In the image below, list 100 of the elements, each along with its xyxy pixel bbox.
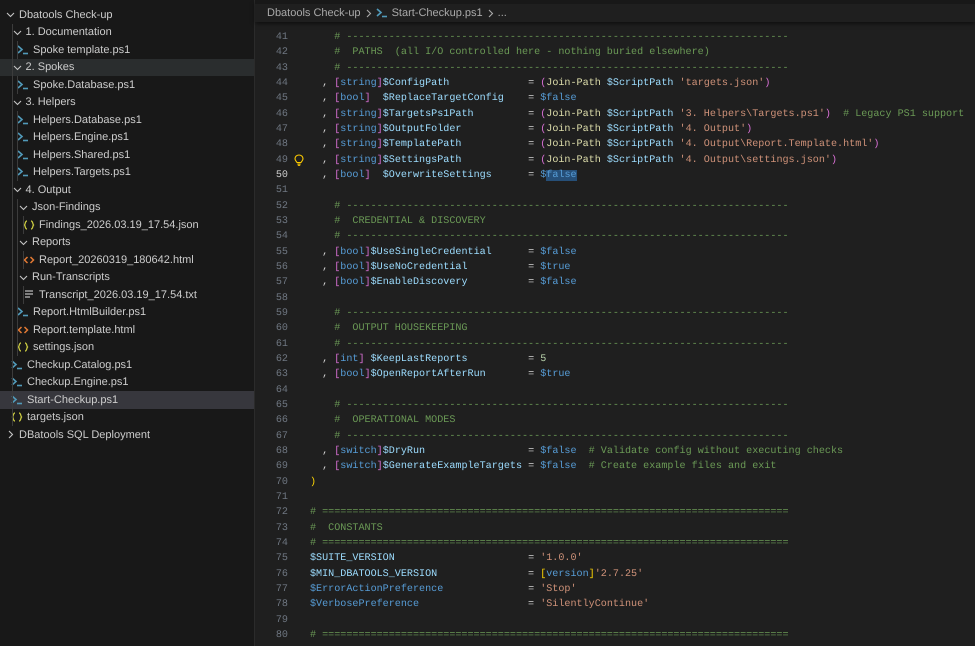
code-line: )	[310, 476, 316, 488]
line-number: 69	[274, 461, 288, 472]
file-item[interactable]: Transcript_2026.03.19_17.54.txt	[0, 286, 254, 304]
line-number: 68	[274, 446, 288, 458]
terminal-icon	[17, 307, 29, 318]
code-line: , [bool]$OpenReportAfterRun = $true	[321, 369, 570, 380]
file-item[interactable]: Helpers.Engine.ps1	[0, 128, 254, 146]
folder-item[interactable]: Dbatools Check-up	[0, 6, 254, 24]
code-line: $ErrorActionPreference = 'Stop'	[310, 584, 577, 595]
line-number: 47	[274, 124, 288, 136]
code-line: # =============================================================================	[310, 538, 789, 549]
code-line: # =============================================================================	[310, 507, 789, 518]
file-item[interactable]: Report.template.html	[0, 321, 254, 338]
folder-item[interactable]: 3. Helpers	[0, 94, 254, 111]
line-number: 70	[274, 476, 288, 488]
folder-item[interactable]: Reports	[0, 234, 254, 251]
code-line: # -------------------------------------------------------------------------	[333, 400, 789, 412]
file-item[interactable]: Checkup.Engine.ps1	[0, 374, 254, 391]
code-line: , [string]$OutputFolder = (Join-Path $ScriptPath '4. Output')	[321, 124, 752, 136]
line-number: 48	[274, 139, 288, 150]
line-number: 77	[274, 584, 288, 595]
code-line: # -------------------------------------------------------------------------	[333, 338, 789, 350]
line-number: 79	[274, 614, 288, 626]
file-item[interactable]: settings.json	[0, 338, 254, 356]
code-line: # OPERATIONAL MODES	[333, 415, 456, 426]
text-lines-icon	[23, 290, 35, 300]
line-number: 41	[274, 32, 288, 44]
code-line: , [bool]$UseSingleCredential = $false	[321, 246, 577, 258]
line-number: 58	[274, 292, 288, 304]
code-line: , [string]$TargetsPs1Path = (Join-Path $ScriptPath '3. Helpers\Targets.ps1') # Legacy PS1 support	[321, 108, 964, 120]
file-item[interactable]: Start-Checkup.ps1	[0, 391, 254, 408]
line-number: 54	[274, 231, 288, 242]
line-number: 74	[274, 538, 288, 549]
braces-icon	[23, 220, 35, 230]
folder-item[interactable]: 4. Output	[0, 181, 254, 198]
terminal-icon	[17, 150, 29, 160]
line-number: 44	[274, 78, 288, 90]
line-number: 71	[274, 492, 288, 503]
code-line: # -------------------------------------------------------------------------	[333, 430, 789, 442]
file-item[interactable]: Report_20260319_180642.html	[0, 251, 254, 268]
terminal-icon	[11, 394, 23, 405]
line-number: 80	[274, 630, 288, 641]
folder-item[interactable]: Run-Transcripts	[0, 268, 254, 286]
folder-item[interactable]: 1. Documentation	[0, 24, 254, 41]
breadcrumb-item[interactable]: ...	[498, 7, 507, 19]
line-number: 76	[274, 568, 288, 580]
file-item[interactable]: Helpers.Shared.ps1	[0, 146, 254, 164]
code-line: # -------------------------------------------------------------------------	[333, 62, 789, 74]
line-number: 66	[274, 415, 288, 426]
line-number: 60	[274, 323, 288, 334]
code-line: # -------------------------------------------------------------------------	[333, 32, 789, 44]
terminal-icon	[17, 114, 29, 125]
terminal-icon	[11, 377, 23, 388]
folder-item[interactable]: Json-Findings	[0, 198, 254, 216]
line-number: 64	[274, 384, 288, 396]
file-item[interactable]: Spoke template.ps1	[0, 41, 254, 58]
line-number: 67	[274, 430, 288, 442]
line-number: 61	[274, 338, 288, 350]
code-line: # -------------------------------------------------------------------------	[333, 231, 789, 242]
terminal-icon	[376, 8, 388, 18]
code-line: , [string]$ConfigPath = (Join-Path $ScriptPath 'targets.json')	[321, 78, 770, 90]
chevron-right-icon	[364, 8, 372, 18]
file-item[interactable]: Helpers.Targets.ps1	[0, 164, 254, 181]
code-line: , [bool] $OverwriteSettings = $false	[321, 170, 577, 182]
terminal-icon	[17, 167, 29, 178]
line-number: 46	[274, 108, 288, 120]
line-number: 50	[274, 170, 288, 182]
terminal-icon	[11, 360, 23, 370]
folder-item[interactable]: DBatools SQL Deployment	[0, 426, 254, 444]
code-line: , [string]$SettingsPath = (Join-Path $ScriptPath '4. Output\settings.json')	[321, 154, 838, 166]
line-number: 62	[274, 354, 288, 366]
file-item[interactable]: Findings_2026.03.19_17.54.json	[0, 216, 254, 234]
line-number: 75	[274, 553, 288, 564]
breadcrumb-item[interactable]: Start-Checkup.ps1	[376, 7, 483, 19]
code-line: , [bool]$EnableDiscovery = $false	[321, 277, 577, 288]
line-number: 73	[274, 522, 288, 534]
line-number: 59	[274, 308, 288, 320]
braces-icon	[11, 412, 23, 422]
chevron-right-icon	[486, 8, 494, 18]
line-number: 78	[274, 599, 288, 610]
angle-brackets-icon	[23, 254, 35, 265]
code-line: $MIN_DBATOOLS_VERSION = [version]'2.7.25'	[310, 568, 644, 580]
code-line: $SUITE_VERSION = '1.0.0'	[310, 553, 583, 564]
breadcrumb-item[interactable]: Dbatools Check-up	[267, 7, 361, 19]
line-number: 56	[274, 262, 288, 274]
file-item[interactable]: targets.json	[0, 408, 254, 426]
folder-item[interactable]: 2. Spokes	[0, 58, 254, 76]
line-number: 53	[274, 216, 288, 228]
code-line: # =============================================================================	[310, 630, 789, 641]
code-line: # CREDENTIAL & DISCOVERY	[333, 216, 486, 228]
file-item[interactable]: Helpers.Database.ps1	[0, 111, 254, 128]
line-number: 57	[274, 277, 288, 288]
line-number: 42	[274, 47, 288, 58]
file-item[interactable]: Checkup.Catalog.ps1	[0, 356, 254, 374]
line-number: 55	[274, 246, 288, 258]
lightbulb-icon[interactable]	[294, 154, 304, 166]
file-item[interactable]: Spoke.Database.ps1	[0, 76, 254, 94]
line-number: 51	[274, 185, 288, 196]
file-item[interactable]: Report.HtmlBuilder.ps1	[0, 304, 254, 321]
code-line: # OUTPUT HOUSEKEEPING	[333, 323, 468, 334]
